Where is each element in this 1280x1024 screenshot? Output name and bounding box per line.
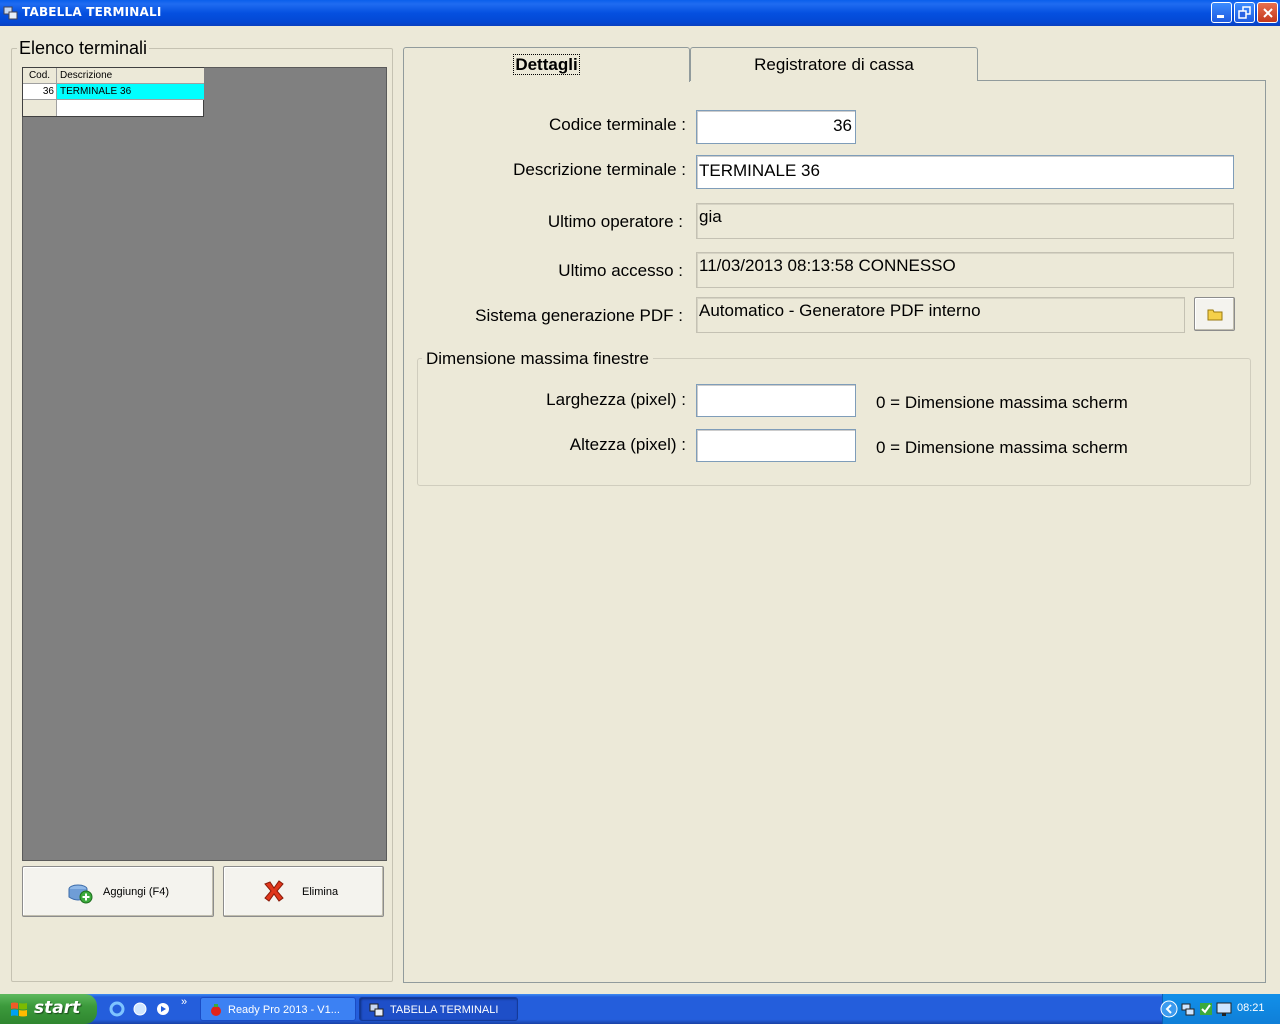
security-check-icon[interactable] xyxy=(1198,1001,1214,1017)
internet-explorer-icon[interactable] xyxy=(108,1001,126,1017)
altezza-hint: 0 = Dimensione massima scherm xyxy=(876,438,1128,457)
network-icon[interactable] xyxy=(1180,1001,1196,1017)
app-icon xyxy=(3,6,18,20)
altezza-label: Altezza (pixel) : xyxy=(569,435,686,454)
tab-dettagli[interactable]: Dettagli xyxy=(403,47,690,82)
tab-dettagli-label: Dettagli xyxy=(513,54,580,75)
add-button[interactable]: Aggiungi (F4) xyxy=(22,866,214,917)
table-row-empty[interactable] xyxy=(23,100,203,116)
ultimo-operatore-label: Ultimo operatore : xyxy=(547,212,683,231)
larghezza-hint: 0 = Dimensione massima scherm xyxy=(876,393,1128,412)
taskbar-item-ready-pro-label: Ready Pro 2013 - V1... xyxy=(228,1004,340,1016)
tab-registratore-di-cassa[interactable]: Registratore di cassa xyxy=(690,47,978,81)
terminal-list-title: Elenco terminali xyxy=(17,38,150,59)
close-icon xyxy=(1263,8,1273,18)
delete-icon xyxy=(264,880,284,902)
dimensione-group xyxy=(417,358,1251,486)
add-button-label: Aggiungi (F4) xyxy=(103,886,170,898)
dimensione-group-title: Dimensione massima finestre xyxy=(422,349,653,369)
desktop-icon[interactable] xyxy=(131,1001,149,1017)
ultimo-accesso-field: 11/03/2013 08:13:58 CONNESSO xyxy=(696,252,1234,288)
minimize-icon xyxy=(1217,15,1224,18)
add-icon xyxy=(68,884,93,904)
folder-icon xyxy=(1207,309,1223,321)
delete-button[interactable]: Elimina xyxy=(223,866,384,917)
window-title: TABELLA TERMINALI xyxy=(22,5,162,19)
start-button[interactable]: start xyxy=(0,994,97,1024)
close-button[interactable] xyxy=(1257,2,1278,23)
title-bar: TABELLA TERMINALI xyxy=(0,0,1280,26)
app-icon xyxy=(369,1003,384,1017)
header-descrizione[interactable]: Descrizione xyxy=(57,68,204,84)
descrizione-terminale-label: Descrizione terminale : xyxy=(513,160,686,179)
taskbar-item-ready-pro[interactable]: Ready Pro 2013 - V1... xyxy=(200,997,356,1021)
minimize-button[interactable] xyxy=(1211,2,1232,23)
descrizione-terminale-input[interactable]: TERMINALE 36 xyxy=(696,155,1234,189)
taskbar: start » Ready Pro 2013 - V1... TABELLA T… xyxy=(0,994,1280,1024)
media-player-icon[interactable] xyxy=(154,1001,172,1017)
taskbar-item-tabella-label: TABELLA TERMINALI xyxy=(390,1004,499,1016)
quicklaunch-more-icon[interactable]: » xyxy=(181,996,187,1008)
cell-cod[interactable]: 36 xyxy=(23,84,57,100)
header-cod[interactable]: Cod. xyxy=(23,68,57,84)
codice-terminale-label: Codice terminale : xyxy=(548,115,686,134)
larghezza-input[interactable] xyxy=(696,384,856,417)
sistema-pdf-label: Sistema generazione PDF : xyxy=(475,306,683,325)
pdf-browse-button[interactable] xyxy=(1194,297,1235,331)
restore-button[interactable] xyxy=(1234,2,1255,23)
ultimo-accesso-label: Ultimo accesso : xyxy=(558,261,683,280)
grid-background xyxy=(22,67,387,861)
cell-descrizione[interactable]: TERMINALE 36 xyxy=(57,84,204,100)
grid-header: Cod. Descrizione xyxy=(23,68,204,84)
start-label: start xyxy=(34,998,81,1018)
tray-expand-icon[interactable] xyxy=(1160,1000,1178,1018)
delete-button-label: Elimina xyxy=(302,886,339,898)
codice-terminale-input[interactable]: 36 xyxy=(696,110,856,144)
windows-logo-icon xyxy=(11,1002,27,1017)
cell-descrizione-empty xyxy=(57,100,204,116)
ultimo-operatore-field: gia xyxy=(696,203,1234,239)
terminal-grid[interactable]: Cod. Descrizione 36 TERMINALE 36 xyxy=(22,67,204,117)
restore-icon xyxy=(1238,6,1251,19)
strawberry-icon xyxy=(211,1004,221,1016)
clock: 08:21 xyxy=(1237,1002,1265,1014)
altezza-input[interactable] xyxy=(696,429,856,462)
sistema-pdf-field: Automatico - Generatore PDF interno xyxy=(696,297,1185,333)
tab-registratore-label: Registratore di cassa xyxy=(754,55,914,74)
cell-cod-empty xyxy=(23,100,57,116)
table-row[interactable]: 36 TERMINALE 36 xyxy=(23,84,204,100)
larghezza-label: Larghezza (pixel) : xyxy=(546,390,686,409)
taskbar-item-tabella-terminali[interactable]: TABELLA TERMINALI xyxy=(359,997,518,1021)
display-icon[interactable] xyxy=(1216,1001,1232,1017)
